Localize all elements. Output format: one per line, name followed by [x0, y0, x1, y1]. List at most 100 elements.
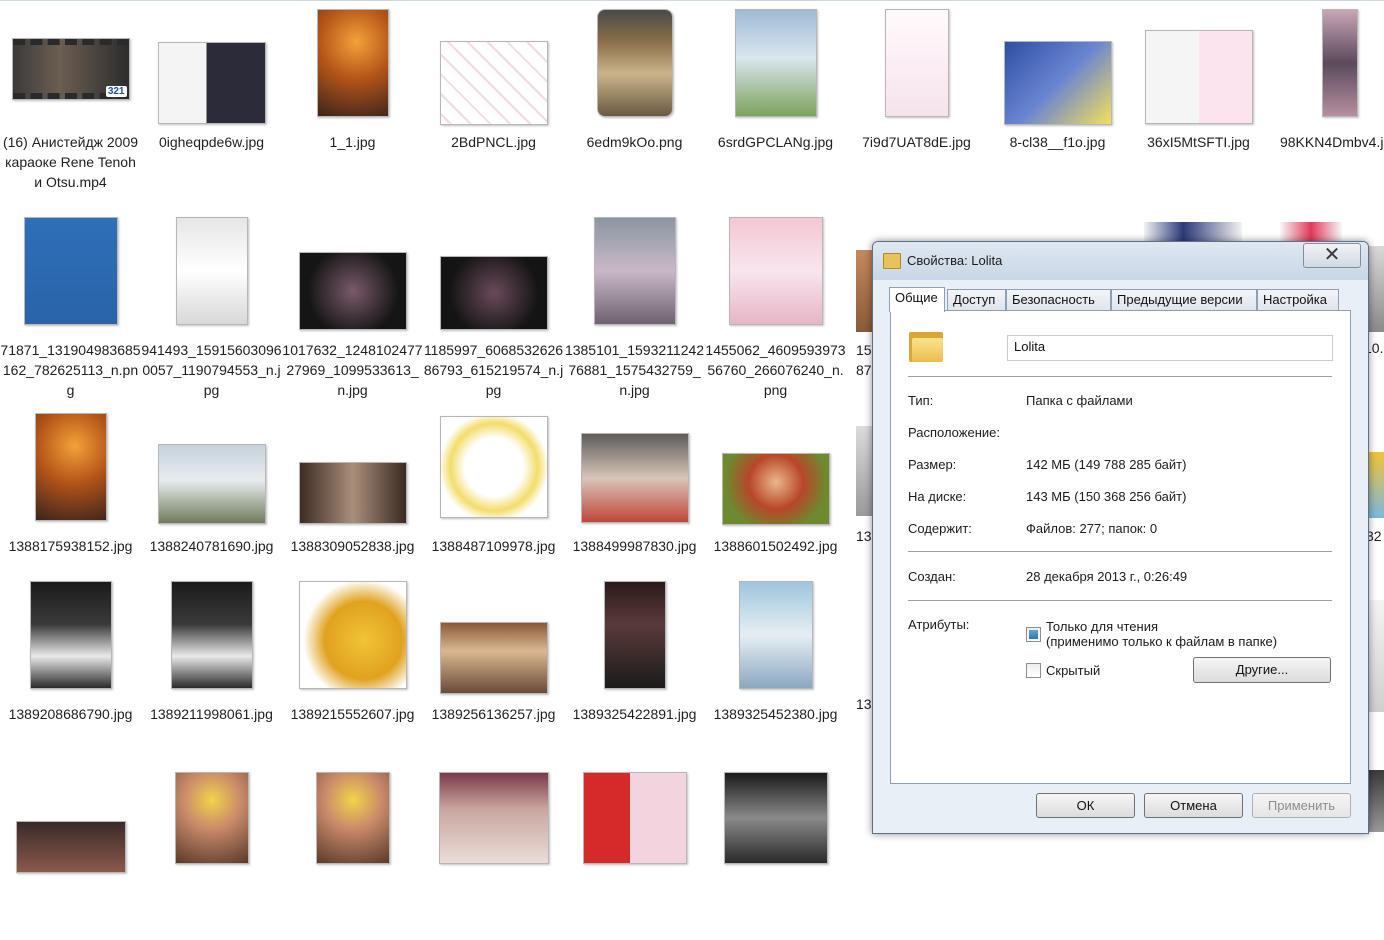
- file-item[interactable]: 1017632_124810247727969_1099533613_n.jpg: [282, 208, 423, 408]
- divider: [908, 376, 1332, 378]
- file-name: 941493_159156030960057_1190794553_n.jpg: [141, 342, 282, 398]
- size-label: Размер:: [908, 457, 957, 472]
- image-thumbnail: [439, 256, 548, 330]
- dialog-titlebar[interactable]: Свойства: Lolita ✕: [873, 242, 1368, 280]
- partial-thumbnail: [1367, 246, 1384, 332]
- image-thumbnail: [1144, 30, 1253, 124]
- image-thumbnail: [298, 252, 407, 330]
- file-item[interactable]: 6srdGPCLANg.jpg: [705, 0, 846, 200]
- file-name: 36xI5MtSFTI.jpg: [1147, 134, 1250, 150]
- type-value: Папка с файлами: [1026, 393, 1133, 408]
- image-thumbnail: [884, 9, 949, 117]
- file-name: 1389208686790.jpg: [8, 706, 133, 722]
- image-thumbnail: [298, 462, 407, 524]
- image-thumbnail: [174, 772, 249, 864]
- file-name: (16) Анистейдж 2009 караоке Rene Tenoh и…: [2, 134, 139, 190]
- file-item[interactable]: [705, 740, 846, 940]
- image-thumbnail: [315, 772, 390, 864]
- file-item[interactable]: 941493_159156030960057_1190794553_n.jpg: [141, 208, 282, 408]
- dialog-title: Свойства: Lolita: [907, 253, 1003, 268]
- close-button[interactable]: ✕: [1303, 243, 1361, 268]
- image-thumbnail: [29, 581, 112, 689]
- advanced-button[interactable]: Другие...: [1193, 657, 1331, 683]
- folder-icon: [909, 328, 943, 362]
- partial-thumbnail: [856, 250, 872, 332]
- image-thumbnail: [723, 772, 828, 864]
- image-thumbnail: [34, 413, 107, 521]
- image-thumbnail: [157, 42, 266, 124]
- cancel-button[interactable]: Отмена: [1144, 793, 1243, 818]
- type-label: Тип:: [908, 393, 934, 408]
- general-tab-panel: Lolita Тип: Папка с файлами Расположение…: [890, 310, 1351, 784]
- image-thumbnail: [298, 581, 407, 689]
- image-thumbnail: [1003, 41, 1112, 125]
- image-thumbnail: [734, 9, 817, 117]
- size-on-disk-label: На диске:: [908, 489, 967, 504]
- partial-thumbnail: [1367, 600, 1384, 712]
- file-item[interactable]: 0igheqpde6w.jpg: [141, 0, 282, 200]
- file-item[interactable]: 1455062_460959397356760_266076240_n.png: [705, 208, 846, 408]
- image-thumbnail: [316, 9, 389, 117]
- size-on-disk-value: 143 МБ (150 368 256 байт): [1026, 489, 1187, 504]
- file-item[interactable]: 98KKN4Dmbv4.jpg: [1269, 0, 1384, 200]
- image-thumbnail: [170, 581, 253, 689]
- image-thumbnail: [23, 217, 118, 325]
- image-thumbnail: [157, 444, 266, 524]
- partial-file-name: 13: [856, 528, 872, 544]
- readonly-checkbox[interactable]: [1026, 627, 1041, 642]
- file-item[interactable]: 71871_131904983685162_782625113_n.png: [0, 208, 141, 408]
- file-name: 1_1.jpg: [329, 134, 376, 150]
- image-thumbnail: [603, 581, 666, 689]
- image-thumbnail: [596, 9, 673, 117]
- file-item[interactable]: 1385101_159321124276881_1575432759_n.jpg: [564, 208, 705, 408]
- folder-name-input[interactable]: Lolita: [1007, 335, 1333, 361]
- divider: [908, 600, 1332, 602]
- file-name: 1388309052838.jpg: [290, 538, 415, 554]
- hidden-checkbox[interactable]: [1026, 663, 1041, 678]
- file-item[interactable]: [423, 740, 564, 940]
- file-item[interactable]: [564, 740, 705, 940]
- divider: [908, 551, 1332, 553]
- file-name: 1185997_606853262686793_615219574_n.jpg: [423, 342, 564, 398]
- file-item[interactable]: 2BdPNCL.jpg: [423, 0, 564, 200]
- file-item[interactable]: 1185997_606853262686793_615219574_n.jpg: [423, 208, 564, 408]
- tab-customize[interactable]: Настройка: [1257, 289, 1339, 311]
- image-thumbnail: [582, 772, 687, 864]
- tab-security[interactable]: Безопасность: [1006, 289, 1111, 311]
- file-item[interactable]: 6edm9kOo.png: [564, 0, 705, 200]
- file-name: 6srdGPCLANg.jpg: [717, 134, 834, 150]
- image-thumbnail: [738, 581, 813, 689]
- tab-sharing[interactable]: Доступ: [947, 289, 1006, 311]
- file-item[interactable]: [0, 740, 141, 940]
- contains-value: Файлов: 277; папок: 0: [1026, 521, 1158, 536]
- file-name: 7i9d7UAT8dE.jpg: [862, 134, 971, 150]
- file-name: 2BdPNCL.jpg: [451, 134, 536, 150]
- partial-thumbnail: [1367, 452, 1384, 518]
- readonly-label: Только для чтения (применимо только к фа…: [1046, 619, 1278, 649]
- file-name: 8-cl38__f1o.jpg: [1009, 134, 1106, 150]
- file-name: 6edm9kOo.png: [586, 134, 683, 150]
- file-item[interactable]: 1_1.jpg: [282, 0, 423, 200]
- file-item[interactable]: [282, 740, 423, 940]
- file-name: 1455062_460959397356760_266076240_n.png: [705, 342, 846, 398]
- image-thumbnail: [580, 433, 689, 523]
- file-item[interactable]: 7i9d7UAT8dE.jpg: [846, 0, 987, 200]
- partial-thumbnail: [1367, 770, 1384, 832]
- ok-button[interactable]: ОК: [1036, 793, 1135, 818]
- file-item[interactable]: 321 (16) Анистейдж 2009 караоке Rene Ten…: [0, 0, 141, 200]
- image-thumbnail: [439, 622, 548, 694]
- apply-button[interactable]: Применить: [1252, 793, 1351, 818]
- file-name: 1388499987830.jpg: [572, 538, 697, 554]
- file-name: 1389211998061.jpg: [150, 706, 273, 722]
- file-name: 71871_131904983685162_782625113_n.png: [0, 342, 141, 398]
- video-badge: 321: [105, 86, 127, 97]
- partial-thumbnail: [1280, 222, 1342, 242]
- file-item[interactable]: 8-cl38__f1o.jpg: [987, 0, 1128, 200]
- hidden-label: Скрытый: [1046, 663, 1101, 678]
- tab-general[interactable]: Общие: [889, 287, 945, 312]
- file-item[interactable]: 36xI5MtSFTI.jpg: [1128, 0, 1269, 200]
- tab-previous-versions[interactable]: Предыдущие версии: [1111, 289, 1257, 311]
- image-thumbnail: [721, 453, 830, 525]
- file-item[interactable]: [141, 740, 282, 940]
- partial-thumbnail: [856, 426, 872, 516]
